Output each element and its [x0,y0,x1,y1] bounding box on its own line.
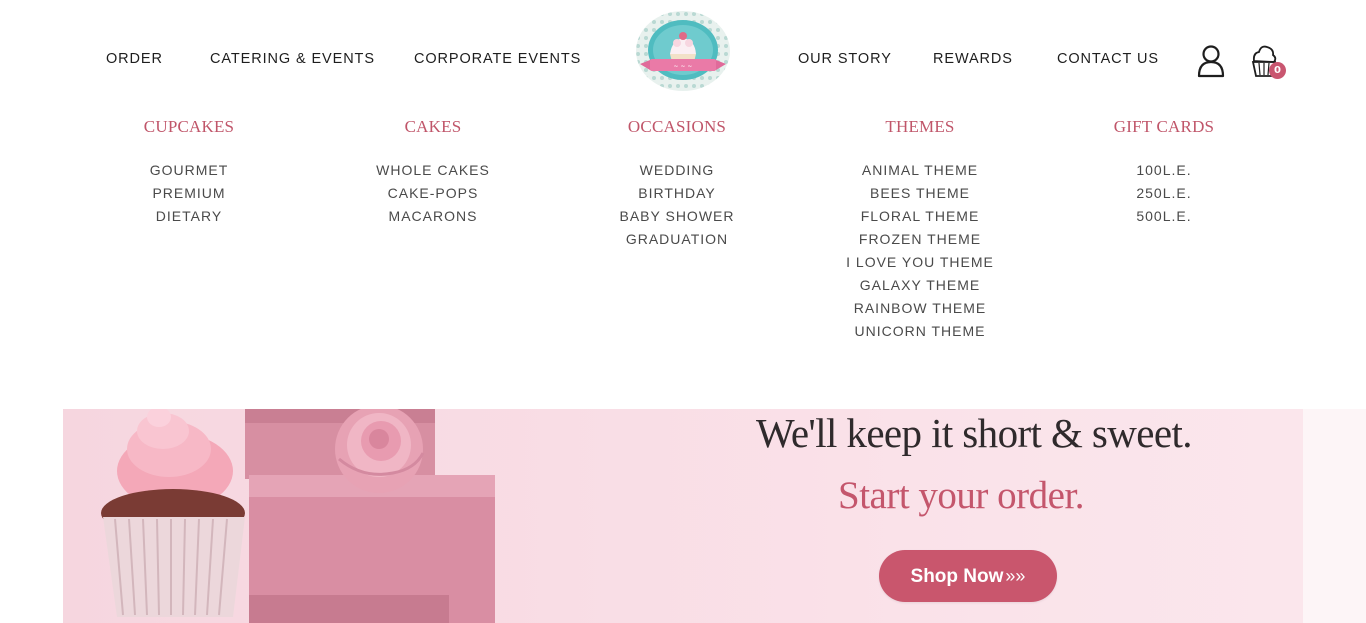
account-button[interactable] [1196,44,1226,78]
cart-count-badge: 0 [1269,62,1286,79]
menu-item-floral-theme[interactable]: FLORAL THEME [810,205,1030,228]
menu-item-i-love-you-theme[interactable]: I LOVE YOU THEME [810,251,1030,274]
mega-heading-gift-cards[interactable]: GIFT CARDS [1054,116,1274,138]
menu-item-graduation[interactable]: GRADUATION [567,228,787,251]
menu-item-gourmet[interactable]: GOURMET [79,159,299,182]
mega-heading-cupcakes[interactable]: CUPCAKES [79,116,299,138]
mega-column-cakes: CAKES WHOLE CAKES CAKE-POPS MACARONS [323,116,543,228]
menu-item-macarons[interactable]: MACARONS [323,205,543,228]
menu-item-animal-theme[interactable]: ANIMAL THEME [810,159,1030,182]
nav-contact-us[interactable]: CONTACT US [1057,51,1159,67]
mega-heading-occasions[interactable]: OCCASIONS [567,116,787,138]
double-chevron-right-icon: »» [1005,566,1026,586]
menu-item-birthday[interactable]: BIRTHDAY [567,182,787,205]
menu-item-bees-theme[interactable]: BEES THEME [810,182,1030,205]
mega-heading-themes[interactable]: THEMES [810,116,1030,138]
banner-subtitle: Start your order. [838,474,1085,517]
menu-item-gift-250[interactable]: 250L.E. [1054,182,1274,205]
mega-column-occasions: OCCASIONS WEDDING BIRTHDAY BABY SHOWER G… [567,116,787,251]
site-logo[interactable]: ~ ~ ~ [634,10,732,92]
menu-item-gift-500[interactable]: 500L.E. [1054,205,1274,228]
menu-item-rainbow-theme[interactable]: RAINBOW THEME [810,297,1030,320]
mega-heading-cakes[interactable]: CAKES [323,116,543,138]
mega-column-cupcakes: CUPCAKES GOURMET PREMIUM DIETARY [79,116,299,228]
nav-rewards[interactable]: REWARDS [933,51,1013,67]
nav-order[interactable]: ORDER [106,51,163,67]
mega-column-gift-cards: GIFT CARDS 100L.E. 250L.E. 500L.E. [1054,116,1274,228]
mega-column-themes: THEMES ANIMAL THEME BEES THEME FLORAL TH… [810,116,1030,343]
cupcake-logo-icon: ~ ~ ~ [636,11,730,91]
cupcake-gift-illustration [101,409,495,623]
user-icon [1197,45,1225,78]
menu-item-unicorn-theme[interactable]: UNICORN THEME [810,320,1030,343]
shop-now-button[interactable]: Shop Now»» [879,550,1057,602]
menu-item-cake-pops[interactable]: CAKE-POPS [323,182,543,205]
menu-item-premium[interactable]: PREMIUM [79,182,299,205]
site-header: ORDER CATERING & EVENTS CORPORATE EVENTS [0,0,1366,110]
banner-side-margin [1303,409,1366,623]
menu-item-frozen-theme[interactable]: FROZEN THEME [810,228,1030,251]
svg-text:~ ~ ~: ~ ~ ~ [674,63,693,70]
menu-item-galaxy-theme[interactable]: GALAXY THEME [810,274,1030,297]
nav-catering-events[interactable]: CATERING & EVENTS [210,51,375,67]
menu-item-dietary[interactable]: DIETARY [79,205,299,228]
shop-now-label: Shop Now [910,566,1004,587]
menu-item-whole-cakes[interactable]: WHOLE CAKES [323,159,543,182]
menu-item-wedding[interactable]: WEDDING [567,159,787,182]
nav-our-story[interactable]: OUR STORY [798,51,892,67]
nav-corporate-events[interactable]: CORPORATE EVENTS [414,51,581,67]
promo-banner: We'll keep it short & sweet. Start your … [63,409,1303,623]
banner-title: We'll keep it short & sweet. [756,410,1193,456]
menu-item-gift-100[interactable]: 100L.E. [1054,159,1274,182]
menu-item-baby-shower[interactable]: BABY SHOWER [567,205,787,228]
